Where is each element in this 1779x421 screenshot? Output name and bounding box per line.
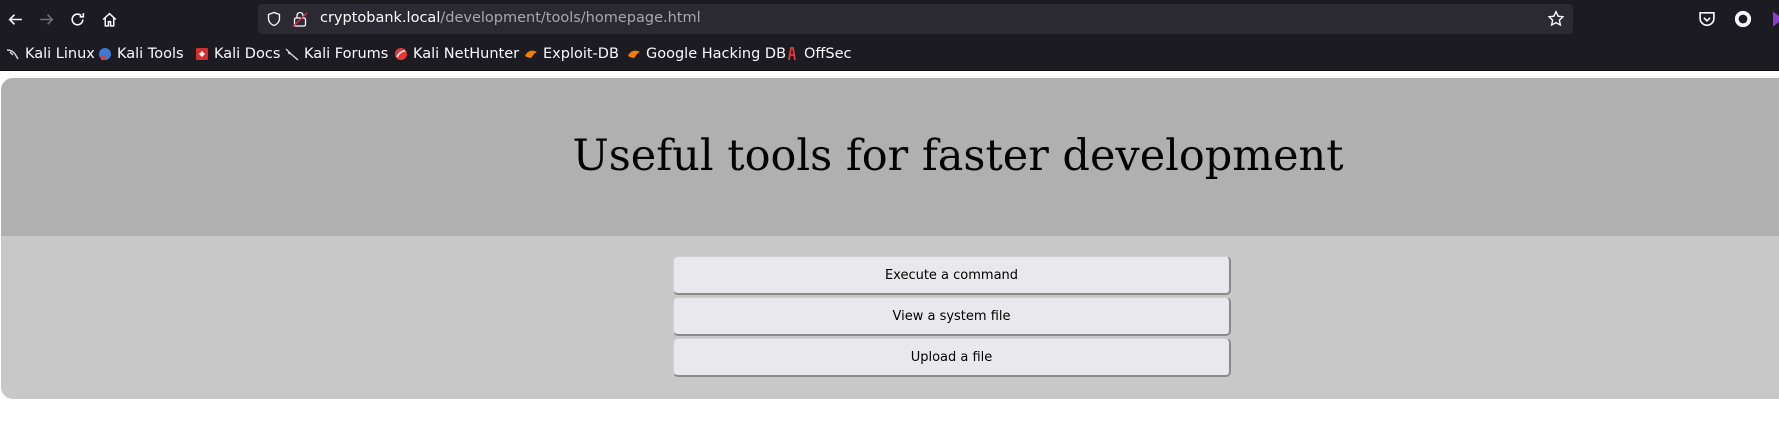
kali-tools-icon [99,48,111,60]
arrow-right-icon [39,13,53,25]
shield-icon[interactable] [266,11,282,27]
url-host: cryptobank.local [320,10,441,26]
arrow-left-icon [8,13,22,25]
bookmarks-bar: Kali Linux Kali Tools Kali Docs Kali For… [0,38,1779,71]
bookmark-star-icon[interactable] [1547,10,1565,28]
url-path: /development/tools/homepage.html [440,10,701,26]
card-header: Useful tools for faster development [1,78,1779,236]
bookmark-kali-tools[interactable]: Kali Tools [98,45,184,63]
home-icon [102,12,116,27]
url-bar[interactable]: cryptobank.local/development/tools/homep… [258,4,1573,34]
kali-dragon-icon [6,49,19,60]
bookmark-label: Kali Tools [117,46,184,62]
bookmark-exploit-db[interactable]: Exploit-DB [524,45,619,63]
pocket-icon[interactable] [1697,9,1717,29]
account-icon[interactable] [1768,9,1779,29]
tools-card: Useful tools for faster development Exec… [1,78,1779,399]
bookmark-kali-docs[interactable]: Kali Docs [195,45,280,63]
page-title: Useful tools for faster development [572,131,1344,181]
forward-button[interactable] [33,6,59,32]
exploit-db-icon [525,50,537,58]
upload-file-button[interactable]: Upload a file [673,338,1231,377]
bookmark-label: Kali NetHunter [413,46,520,62]
offsec-icon [788,47,796,61]
extension-icon[interactable] [1733,9,1753,29]
url-text[interactable]: cryptobank.local/development/tools/homep… [320,10,701,26]
bookmark-label: Kali Forums [304,46,389,62]
tool-button-list: Execute a command View a system file Upl… [673,256,1231,379]
bookmark-label: Kali Docs [214,46,281,62]
back-button[interactable] [2,6,28,32]
bookmark-kali-nethunter[interactable]: Kali NetHunter [394,45,519,63]
view-system-file-button[interactable]: View a system file [673,297,1231,336]
kali-forums-icon [285,48,299,61]
ghdb-icon [628,50,640,58]
bookmark-label: Exploit-DB [543,46,619,62]
bookmark-label: Google Hacking DB [646,46,787,62]
bookmark-label: OffSec [804,46,852,62]
insecure-lock-icon[interactable] [292,10,308,28]
reload-button[interactable] [64,6,90,32]
reload-icon [70,12,84,26]
bookmark-offsec[interactable]: OffSec [785,45,852,63]
bookmark-kali-linux[interactable]: Kali Linux [6,45,95,63]
bookmark-google-hacking-db[interactable]: Google Hacking DB [627,45,786,63]
kali-nethunter-icon [395,48,407,60]
browser-toolbar: cryptobank.local/development/tools/homep… [0,0,1779,38]
home-button[interactable] [96,6,122,32]
bookmark-kali-forums[interactable]: Kali Forums [285,45,388,63]
bookmark-label: Kali Linux [25,46,95,62]
kali-docs-icon [196,48,208,60]
execute-command-button[interactable]: Execute a command [673,256,1231,295]
